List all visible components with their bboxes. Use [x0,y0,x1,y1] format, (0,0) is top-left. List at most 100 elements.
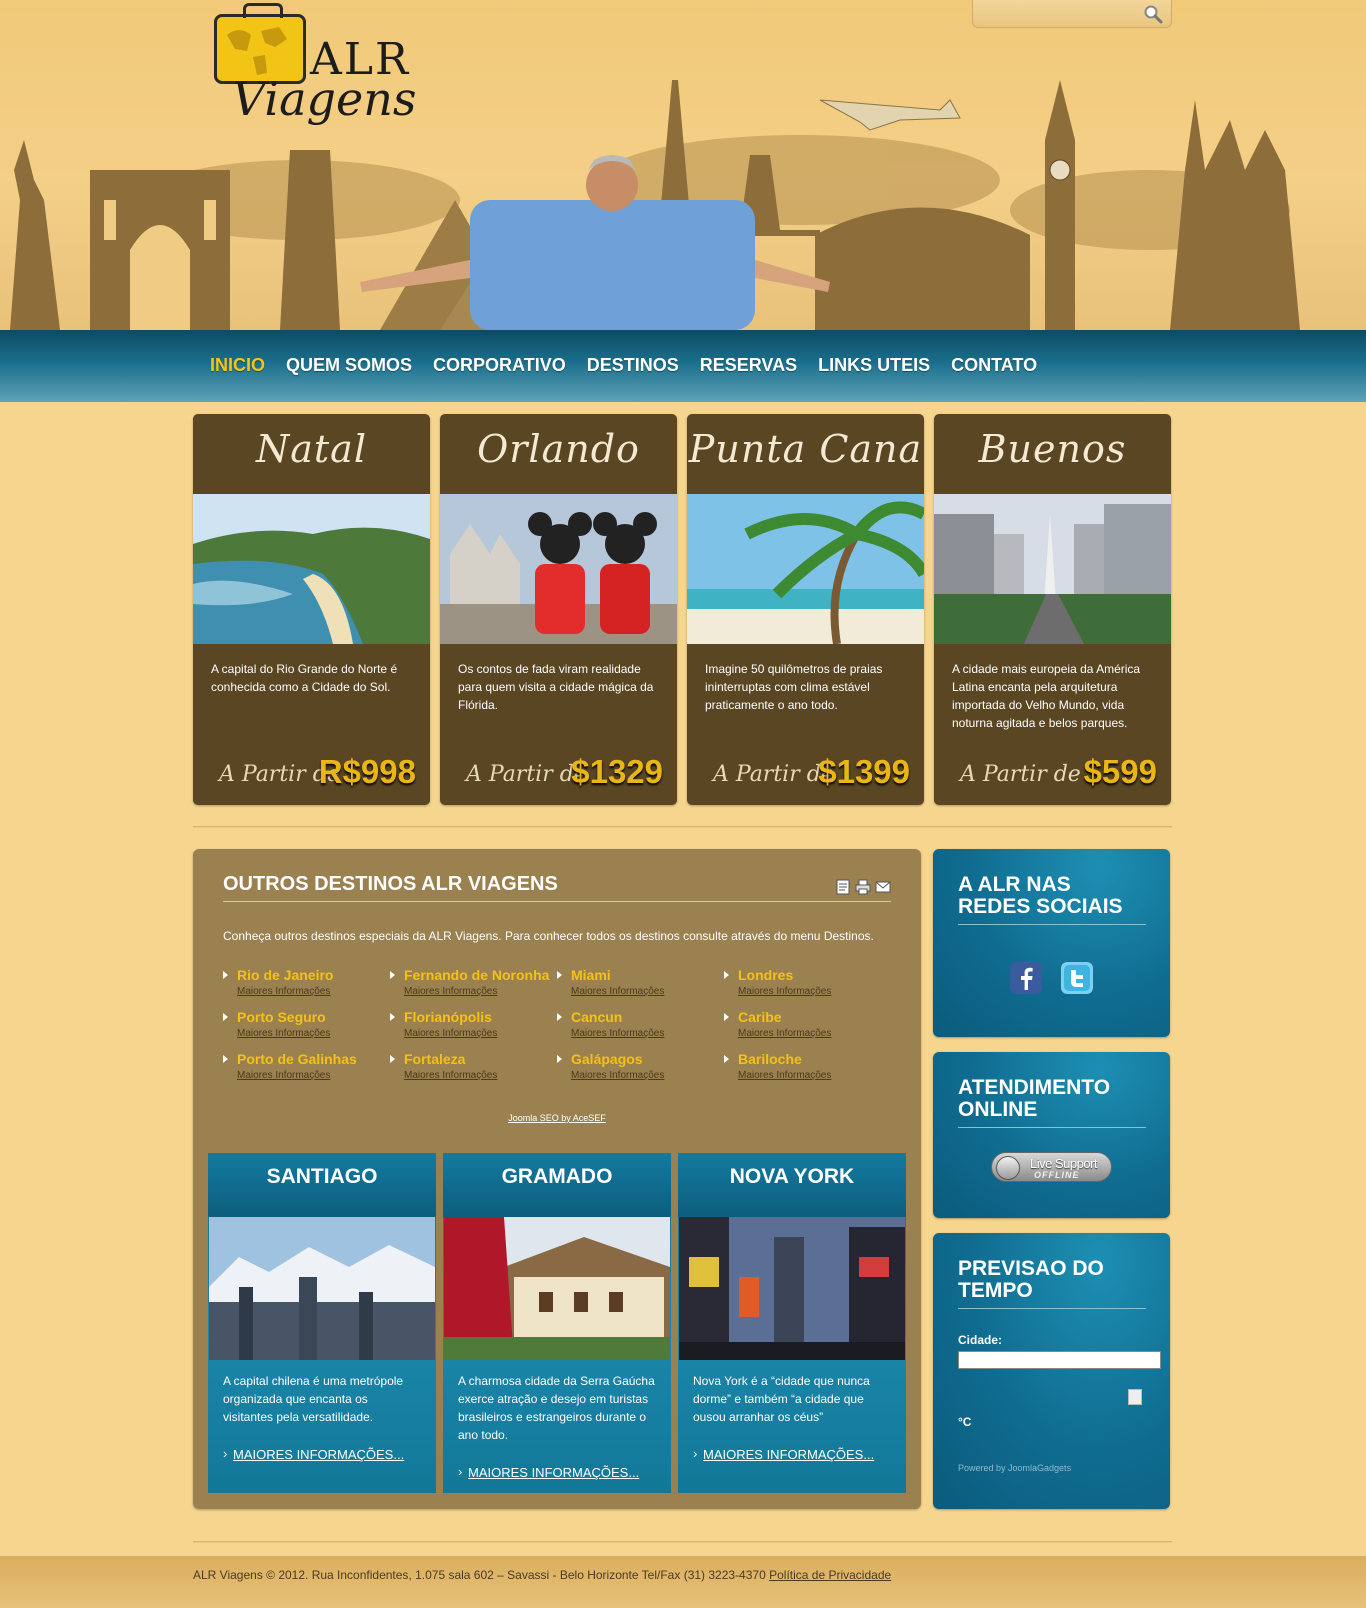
city-title: GRAMADO [443,1153,671,1217]
destination-link[interactable]: Miami [557,967,724,983]
seo-credit-link[interactable]: Joomla SEO by AceSEF [193,1113,921,1123]
powered-by-link[interactable]: Powered by JoomlaGadgets [958,1463,1071,1473]
list-item: Fortaleza Maiores Informações [390,1051,557,1081]
natal-beach-photo [193,494,430,644]
more-info-link[interactable]: Maiores Informações [223,1070,390,1081]
destination-link[interactable]: Florianópolis [390,1009,557,1025]
footer-address: ALR Viagens © 2012. Rua Inconfidentes, 1… [193,1568,770,1582]
main-nav: INICIO QUEM SOMOS CORPORATIVO DESTINOS R… [0,330,1366,402]
featured-card-natal[interactable]: Natal A capital do Rio Grande do Norte é… [193,414,430,805]
more-info-link[interactable]: MAIORES INFORMAÇÕES... [693,1446,874,1462]
buenos-aires-avenue-photo [934,494,1171,644]
nav-corporativo[interactable]: CORPORATIVO [433,355,566,376]
social-networks-panel: A ALR NAS REDES SOCIAIS [933,849,1170,1037]
destination-link[interactable]: Londres [724,967,891,983]
destination-link[interactable]: Cancun [557,1009,724,1025]
more-info-link[interactable]: Maiores Informações [557,1070,724,1081]
more-info-link[interactable]: Maiores Informações [390,1070,557,1081]
privacy-policy-link[interactable]: Política de Privacidade [769,1568,891,1582]
email-icon[interactable] [875,879,891,895]
list-item: Caribe Maiores Informações [724,1009,891,1039]
panel-title: A ALR NAS REDES SOCIAIS [958,874,1146,925]
city-title: NOVA YORK [678,1153,906,1217]
card-description: A capital do Rio Grande do Norte é conhe… [211,662,398,694]
destination-link[interactable]: Porto de Galinhas [223,1051,390,1067]
landmarks-illustration [10,80,1300,330]
city-field-label: Cidade: [958,1333,1003,1347]
santiago-photo [209,1217,435,1360]
destination-link[interactable]: Fortaleza [390,1051,557,1067]
list-item: Galápagos Maiores Informações [557,1051,724,1081]
destination-link[interactable]: Rio de Janeiro [223,967,390,983]
city-input[interactable] [958,1351,1161,1369]
other-destinations-panel: OUTROS DESTINOS ALR VIAGENS Conheça outr… [193,849,921,1509]
more-info-link[interactable]: Maiores Informações [390,1028,557,1039]
support-status-icon [996,1156,1020,1180]
more-info-link[interactable]: Maiores Informações [223,1028,390,1039]
more-info-link[interactable]: MAIORES INFORMAÇÕES... [458,1464,639,1480]
city-description: Nova York é a “cidade que nunca dorme” e… [693,1374,870,1424]
nav-reservas[interactable]: RESERVAS [700,355,797,376]
destination-link[interactable]: Galápagos [557,1051,724,1067]
destination-link[interactable]: Fernando de Noronha [390,967,557,983]
print-icon[interactable] [855,879,871,895]
city-description: A capital chilena é uma metrópole organi… [223,1374,404,1424]
nav-contato[interactable]: CONTATO [951,355,1037,376]
search-icon[interactable] [1143,4,1163,24]
title-rule [223,901,891,902]
panel-title: ATENDIMENTO ONLINE [958,1077,1146,1128]
nav-inicio[interactable]: INICIO [210,355,265,376]
more-info-link[interactable]: Maiores Informações [557,1028,724,1039]
nav-destinos[interactable]: DESTINOS [587,355,679,376]
city-card-santiago: SANTIAGO A capital chilena é uma metrópo… [208,1153,436,1493]
card-price: $599 [1083,753,1157,790]
destination-link[interactable]: Porto Seguro [223,1009,390,1025]
punta-cana-palm-photo [687,494,924,644]
support-label: Live Support [1030,1156,1098,1171]
list-item: Bariloche Maiores Informações [724,1051,891,1081]
more-info-link[interactable]: Maiores Informações [557,986,724,997]
more-info-link[interactable]: Maiores Informações [223,986,390,997]
destinations-grid: Rio de Janeiro Maiores Informações Fernan… [223,967,891,1081]
list-item: Florianópolis Maiores Informações [390,1009,557,1039]
card-description: Imagine 50 quilômetros de praias ininter… [705,662,883,712]
featured-card-buenos-aires[interactable]: Buenos Aires A cidade mais europeia da A… [934,414,1171,805]
nova-york-photo [679,1217,905,1360]
footer-text: ALR Viagens © 2012. Rua Inconfidentes, 1… [193,1568,891,1582]
list-item: Fernando de Noronha Maiores Informações [390,967,557,997]
card-title: Buenos Aires [978,427,1127,541]
nav-quem-somos[interactable]: QUEM SOMOS [286,355,412,376]
intro-text: Conheça outros destinos especiais da ALR… [223,929,874,943]
list-item: Rio de Janeiro Maiores Informações [223,967,390,997]
live-support-button[interactable]: Live Support OFFLINE [991,1152,1112,1182]
logo[interactable]: ALR Viagens [214,3,444,130]
list-item: Cancun Maiores Informações [557,1009,724,1039]
destination-link[interactable]: Caribe [724,1009,891,1025]
header-banner: ALR Viagens [0,0,1366,330]
featured-card-punta-cana[interactable]: Punta Cana Imagine 50 quilômetros de pra… [687,414,924,805]
more-info-link[interactable]: Maiores Informações [390,986,557,997]
weather-image-icon [1128,1389,1142,1405]
list-item: Porto Seguro Maiores Informações [223,1009,390,1039]
search-input[interactable] [981,4,1141,24]
destination-link[interactable]: Bariloche [724,1051,891,1067]
more-info-link[interactable]: MAIORES INFORMAÇÕES... [223,1446,404,1462]
card-title: Punta Cana [688,427,923,471]
temperature-unit: °C [958,1415,972,1429]
twitter-icon[interactable] [1061,962,1093,994]
facebook-icon[interactable] [1010,962,1042,994]
more-info-link[interactable]: Maiores Informações [724,986,891,997]
article-tools [835,879,891,895]
footer: ALR Viagens © 2012. Rua Inconfidentes, 1… [0,1556,1366,1608]
pdf-icon[interactable] [835,879,851,895]
more-info-link[interactable]: Maiores Informações [724,1028,891,1039]
more-info-link[interactable]: Maiores Informações [724,1070,891,1081]
search-box [972,0,1172,28]
divider [193,826,1172,828]
card-from-label: A Partir de [466,762,587,787]
city-title: SANTIAGO [208,1153,436,1217]
list-item: Londres Maiores Informações [724,967,891,997]
nav-links-uteis[interactable]: LINKS UTEIS [818,355,930,376]
support-status: OFFLINE [1034,1170,1080,1180]
featured-card-orlando[interactable]: Orlando Os contos de fada viram realidad… [440,414,677,805]
